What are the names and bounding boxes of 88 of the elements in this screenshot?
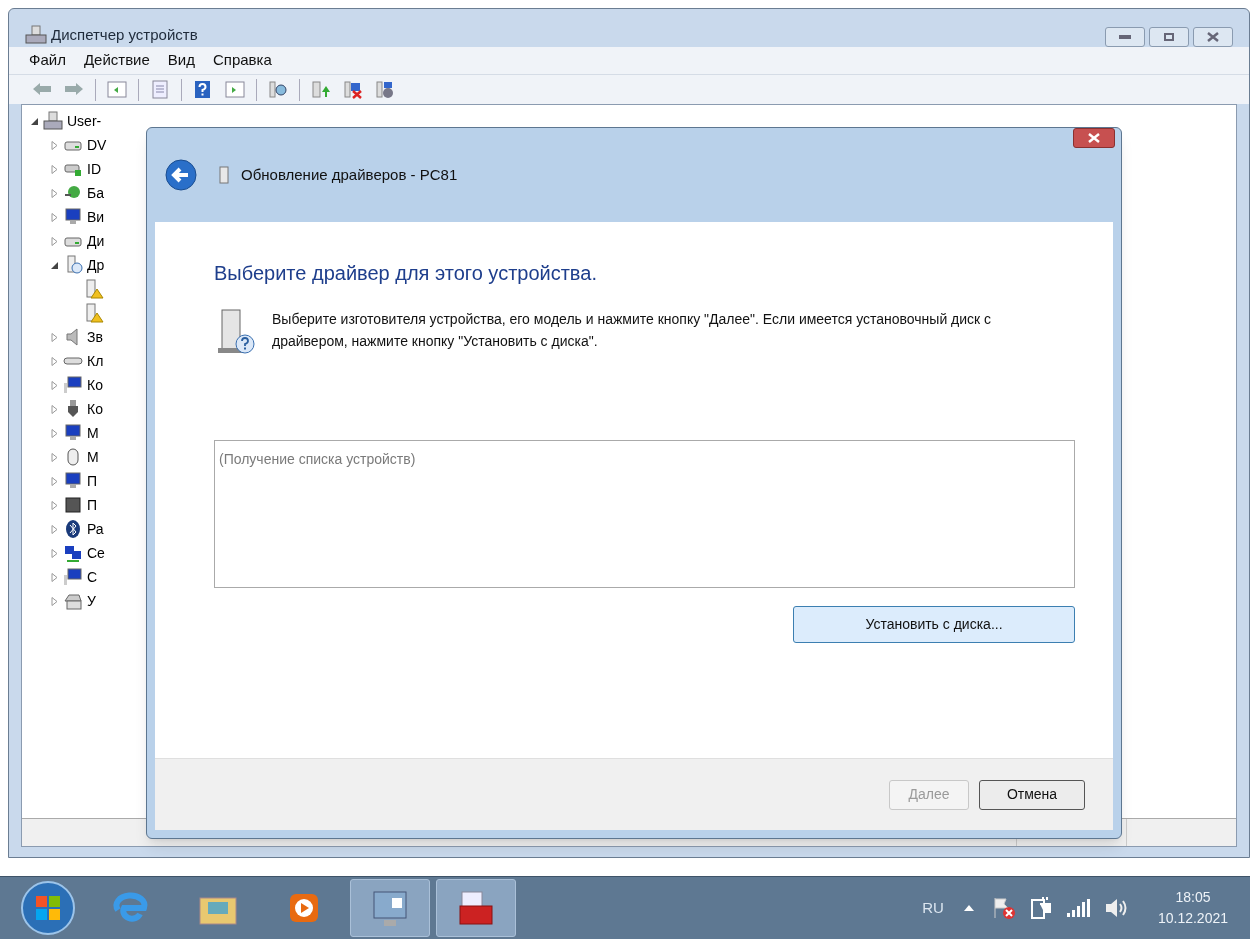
panel-icon[interactable]: [106, 80, 128, 99]
collapsed-arrow-icon[interactable]: [50, 500, 59, 510]
properties-icon[interactable]: [149, 80, 171, 99]
device-list[interactable]: (Получение списка устройств): [214, 440, 1075, 588]
uninstall-icon[interactable]: [342, 80, 364, 99]
tree-item[interactable]: Ди: [87, 230, 105, 252]
close-button[interactable]: [1193, 27, 1233, 47]
device-icon: [217, 166, 231, 184]
collapsed-arrow-icon[interactable]: [50, 476, 59, 486]
collapsed-arrow-icon[interactable]: [50, 404, 59, 414]
collapsed-arrow-icon[interactable]: [50, 164, 59, 174]
update-driver-icon[interactable]: [310, 80, 332, 99]
collapsed-arrow-icon[interactable]: [50, 356, 59, 366]
collapsed-arrow-icon[interactable]: [50, 236, 59, 246]
menu-item[interactable]: Вид: [167, 49, 195, 72]
collapsed-arrow-icon[interactable]: [50, 572, 59, 582]
computer-icon: [63, 375, 83, 395]
clock-date[interactable]: 10.12.2021: [1157, 908, 1228, 929]
monitor-icon: [63, 423, 83, 443]
network-icon: [63, 543, 83, 563]
collapsed-arrow-icon[interactable]: [50, 428, 59, 438]
dialog-button[interactable]: Отмена: [979, 779, 1085, 810]
close-icon: [1207, 32, 1219, 42]
computer-icon: [63, 567, 83, 587]
flag-icon[interactable]: [991, 896, 1016, 920]
scan-icon[interactable]: [267, 80, 289, 99]
tree-item[interactable]: Ко: [87, 398, 103, 420]
clock-time[interactable]: 18:05: [1175, 887, 1211, 908]
show-hidden-icons-icon[interactable]: [963, 905, 974, 911]
tree-item[interactable]: П: [87, 494, 98, 516]
collapsed-arrow-icon[interactable]: [50, 212, 59, 222]
close-icon: [1088, 133, 1100, 143]
list-placeholder: (Получение списка устройств): [219, 451, 416, 467]
tree-item[interactable]: ID: [87, 158, 101, 180]
collapsed-arrow-icon[interactable]: [50, 548, 59, 558]
chip-icon: [63, 495, 83, 515]
dialog-description: Выберите изготовителя устройства, его модель и нажмите кнопку "Далее". Если имеется установочный диск с драйвером, нажмите кнопку "Установить с диска".: [272, 310, 993, 351]
collapsed-arrow-icon[interactable]: [50, 140, 59, 150]
tree-item[interactable]: Зв: [87, 326, 103, 348]
menu-item[interactable]: Файл: [29, 49, 66, 72]
warning-device-icon[interactable]: [84, 303, 104, 323]
monitor-icon: [63, 207, 83, 227]
dialog-heading: Выберите драйвер для этого устройства.: [214, 261, 598, 286]
back-button[interactable]: [165, 159, 197, 191]
collapsed-arrow-icon[interactable]: [50, 524, 59, 534]
computer-icon: [25, 25, 47, 45]
window-title: Диспетчер устройств: [51, 24, 198, 45]
tree-item[interactable]: У: [87, 590, 96, 612]
collapsed-arrow-icon[interactable]: [50, 596, 59, 606]
expanded-arrow-icon[interactable]: [30, 116, 39, 126]
tree-item[interactable]: С: [87, 566, 98, 588]
taskbar-button[interactable]: [436, 879, 516, 937]
taskbar-button[interactable]: [350, 879, 430, 937]
tree-item[interactable]: Ко: [87, 374, 103, 396]
tree-item[interactable]: П: [87, 470, 98, 492]
bluetooth-icon: [63, 519, 83, 539]
printer-icon: [63, 591, 83, 611]
collapsed-arrow-icon[interactable]: [50, 332, 59, 342]
tree-item[interactable]: DV: [87, 134, 107, 156]
monitor-icon: [63, 471, 83, 491]
tree-item[interactable]: User-: [67, 110, 102, 132]
collapsed-arrow-icon[interactable]: [50, 188, 59, 198]
signal-icon[interactable]: [1065, 899, 1090, 917]
maximize-button[interactable]: [1149, 27, 1189, 47]
computer-icon: [43, 111, 63, 131]
panel-icon[interactable]: [224, 80, 246, 99]
power-plug-icon[interactable]: [1029, 896, 1052, 920]
have-disk-button[interactable]: Установить с диска...: [793, 606, 1075, 643]
tree-item[interactable]: М: [87, 422, 99, 444]
tree-item[interactable]: Др: [87, 254, 105, 276]
dialog-title: Обновление драйверов - PC81: [241, 164, 458, 185]
warning-device-icon[interactable]: [84, 279, 104, 299]
language-indicator[interactable]: RU: [922, 896, 944, 920]
tree-item[interactable]: Кл: [87, 350, 104, 372]
start-button[interactable]: [18, 878, 78, 938]
disable-icon[interactable]: [374, 80, 396, 99]
tree-item[interactable]: Ра: [87, 518, 104, 540]
tree-item[interactable]: Се: [87, 542, 105, 564]
collapsed-arrow-icon[interactable]: [50, 380, 59, 390]
menu-item[interactable]: Справка: [213, 49, 272, 72]
tree-item[interactable]: М: [87, 446, 99, 468]
dialog-close-button[interactable]: [1073, 128, 1115, 148]
menu-item[interactable]: Действие: [83, 49, 150, 72]
expanded-arrow-icon[interactable]: [50, 260, 59, 270]
tree-item[interactable]: Ви: [87, 206, 105, 228]
tree-item[interactable]: Ба: [87, 182, 104, 204]
minimize-button[interactable]: [1105, 27, 1145, 47]
collapsed-arrow-icon[interactable]: [50, 452, 59, 462]
